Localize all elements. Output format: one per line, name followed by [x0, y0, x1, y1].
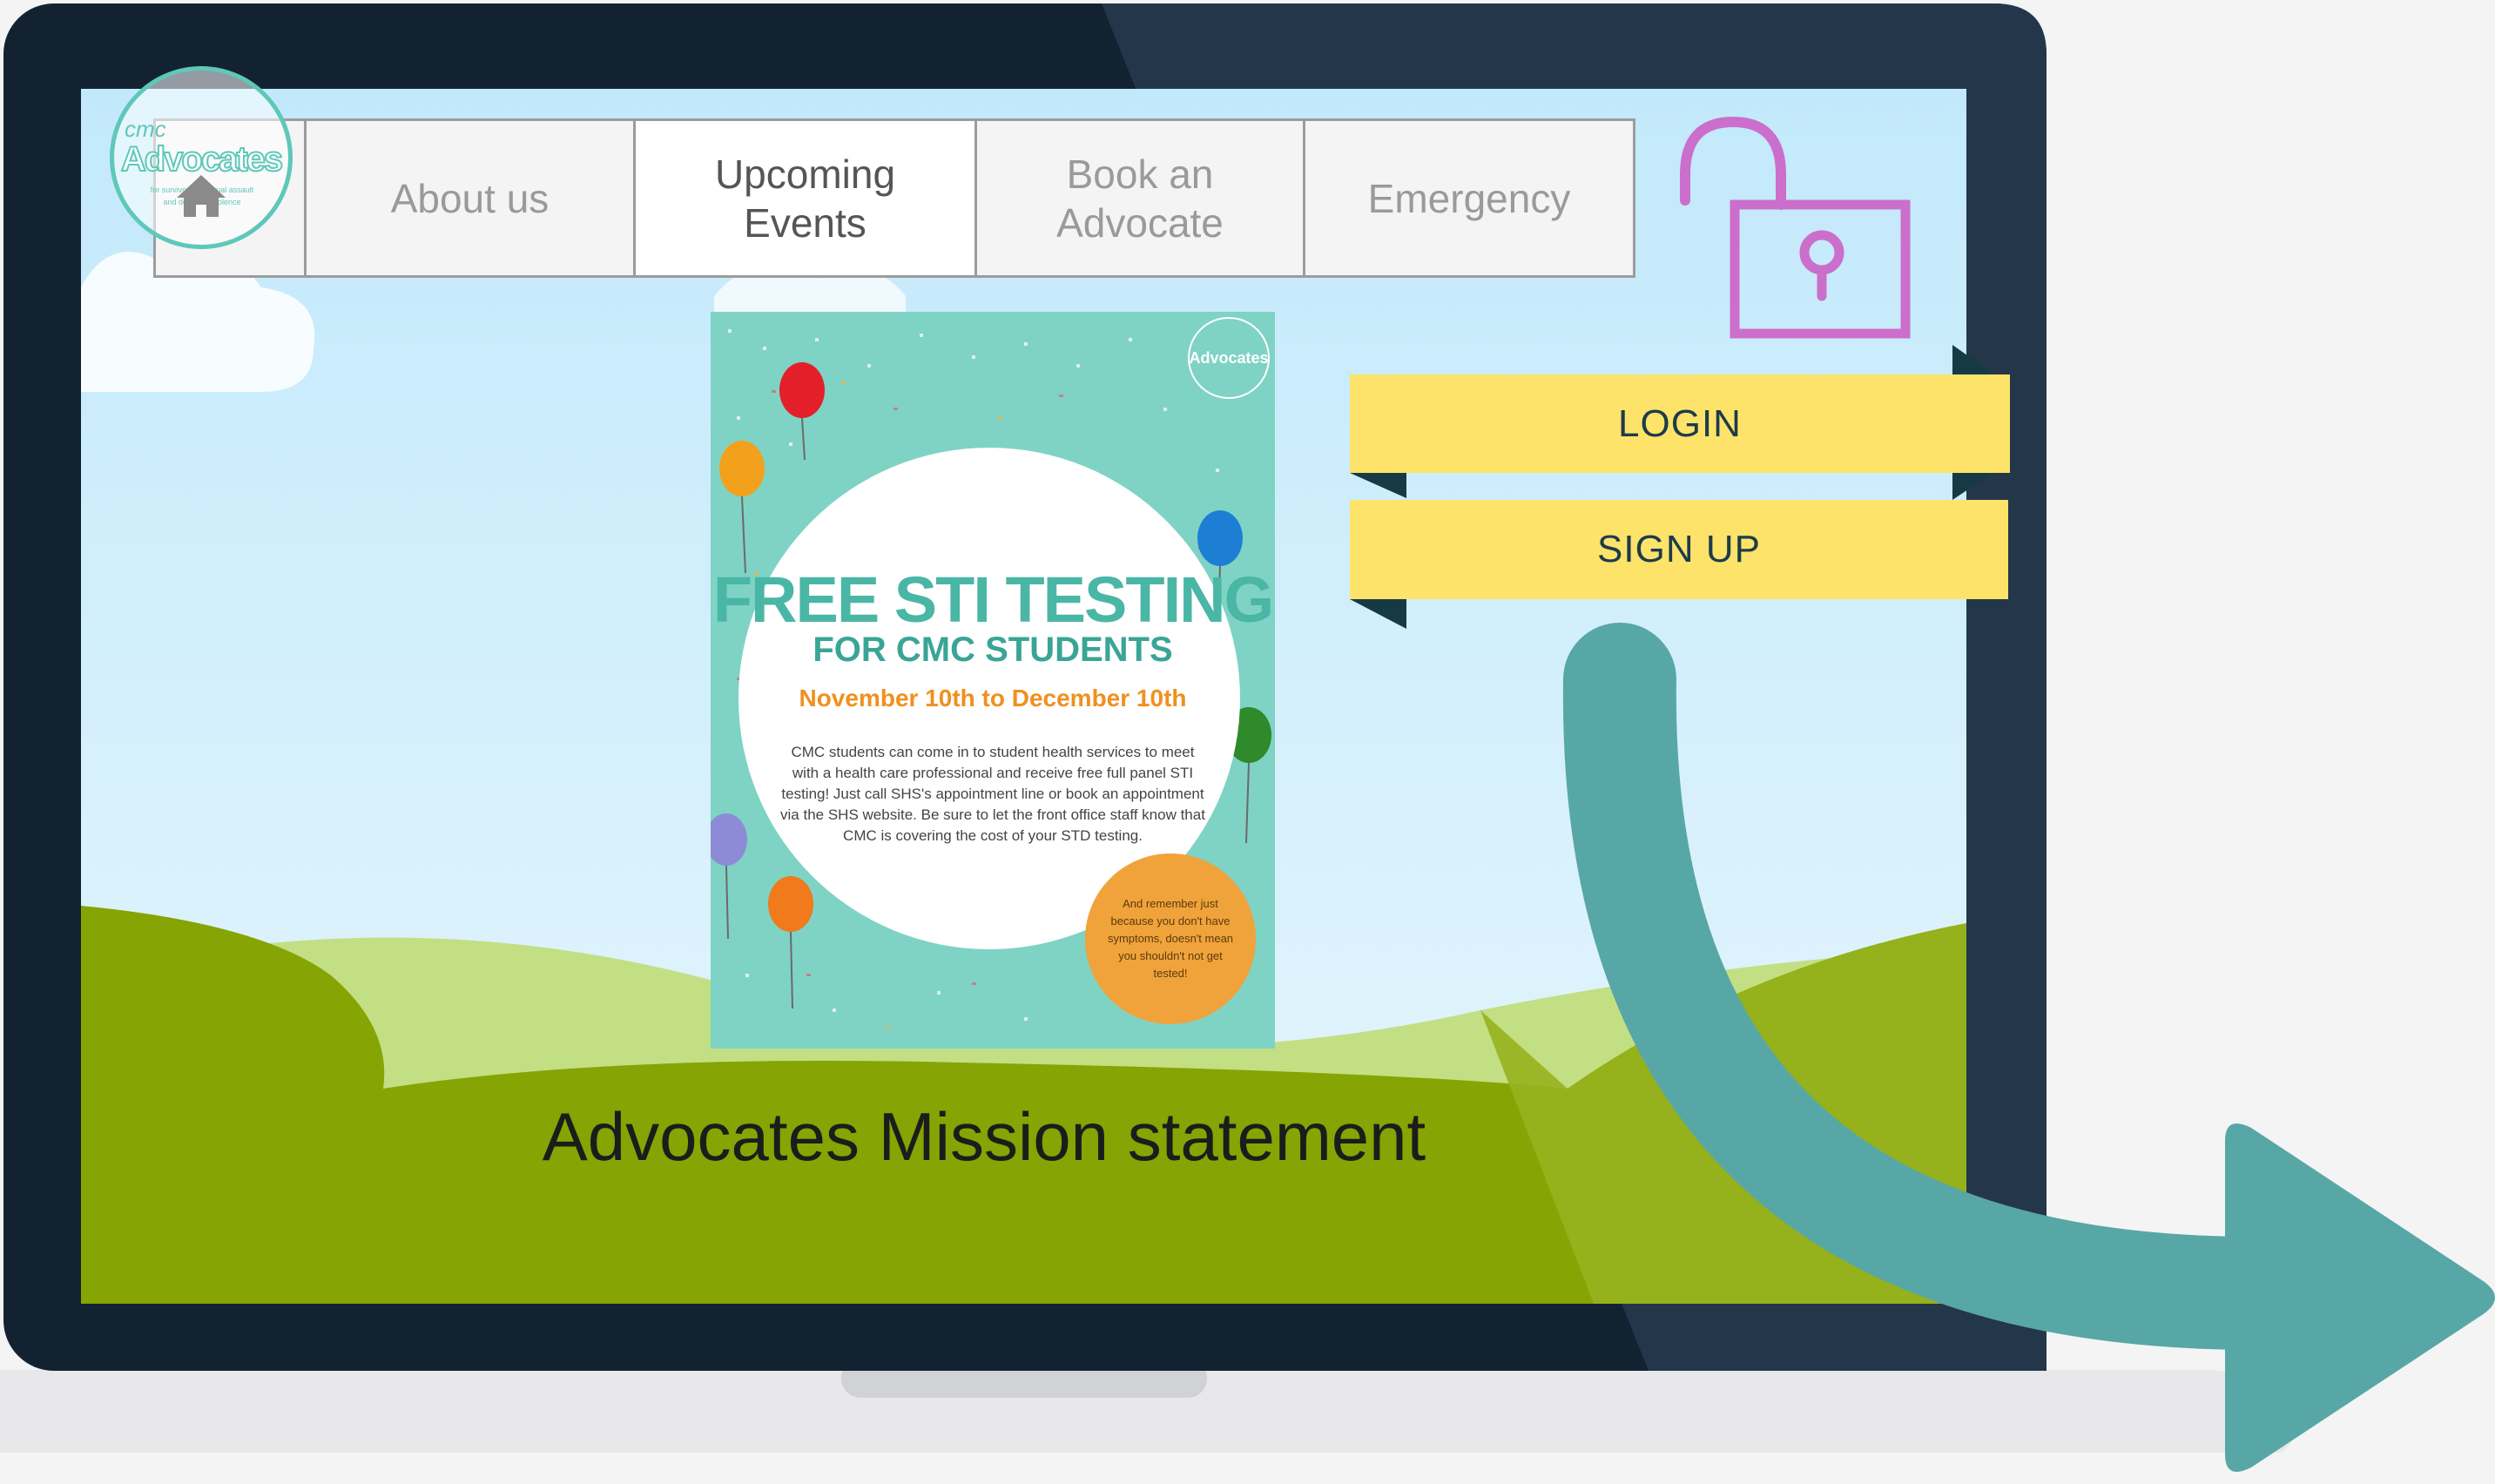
nav-item-label: About us	[390, 175, 550, 221]
signup-label: SIGN UP	[1597, 528, 1761, 570]
login-button[interactable]: LOGIN	[1350, 374, 2010, 473]
mission-statement[interactable]: Advocates Mission statement	[348, 1097, 1620, 1177]
poster-dates: November 10th to December 10th	[799, 685, 1187, 712]
curved-arrow-right-icon	[2225, 1123, 2495, 1472]
nav-item-upcoming-events[interactable]: Upcoming Events	[633, 121, 974, 275]
balloon-red	[779, 362, 825, 418]
poster-title: FREE STI TESTING	[712, 563, 1274, 636]
login-label: LOGIN	[1618, 401, 1742, 445]
balloon-blue	[1197, 510, 1243, 566]
poster-note: And remember just because you don't have…	[1085, 853, 1256, 1024]
poster-body: CMC students can come in to student heal…	[780, 744, 1205, 844]
signup-button[interactable]: SIGN UP	[1350, 500, 2008, 599]
event-poster[interactable]: Advocates FREE STI TESTING FOR CMC STUDE…	[711, 312, 1275, 1049]
cmc-advocates-logo[interactable]: cmc Advocates for survivors of sexual as…	[110, 66, 293, 249]
nav-item-emergency[interactable]: Emergency	[1303, 121, 1633, 275]
nav-item-label: Book an Advocate	[1056, 151, 1224, 246]
nav-item-label: Emergency	[1367, 175, 1571, 221]
balloon-orange	[719, 441, 765, 496]
house-icon	[177, 175, 226, 217]
nav-item-about-us[interactable]: About us	[304, 121, 633, 275]
poster-logo: Advocates	[1188, 317, 1270, 399]
balloon-orange-2	[768, 876, 813, 932]
nav-item-book-an-advocate[interactable]: Book an Advocate	[974, 121, 1303, 275]
nav-item-label: Upcoming Events	[714, 151, 896, 246]
poster-subtitle: FOR CMC STUDENTS	[813, 631, 1173, 669]
balloon-purple	[711, 813, 747, 866]
laptop-mockup-scene: About us Upcoming Events Book an Advocat…	[0, 0, 2495, 1484]
main-nav: About us Upcoming Events Book an Advocat…	[153, 118, 1635, 278]
logo-small-text: cmc	[125, 116, 166, 142]
